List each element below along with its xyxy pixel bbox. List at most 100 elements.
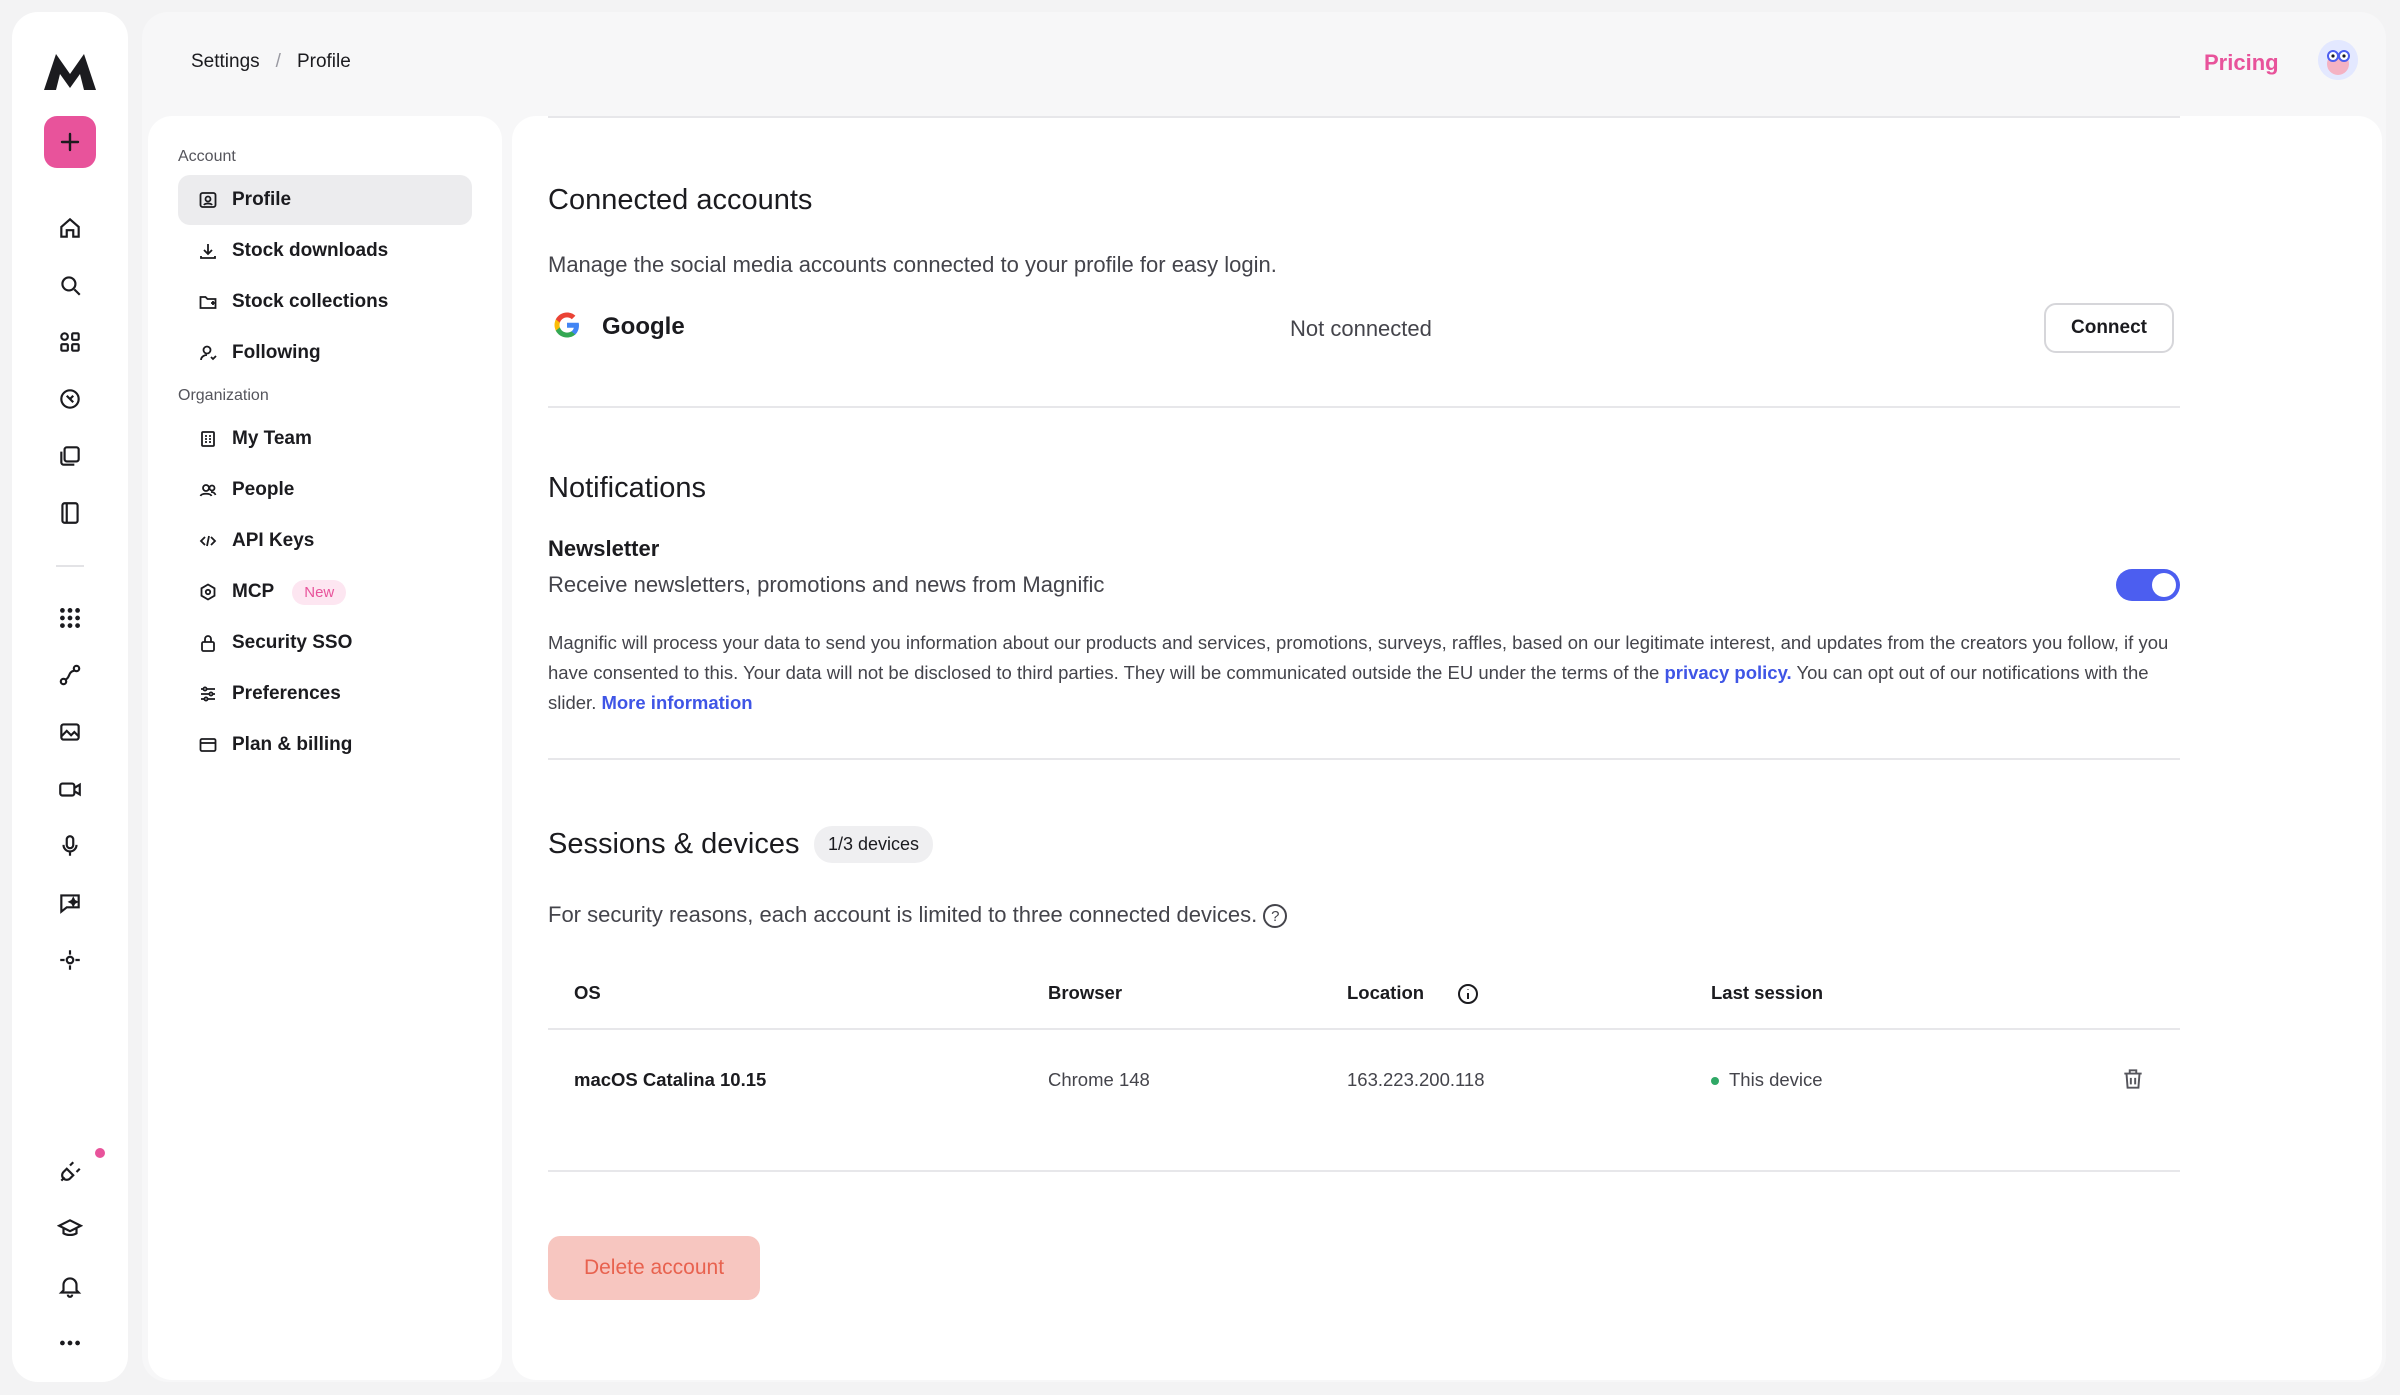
section-title-connected-accounts: Connected accounts bbox=[548, 184, 813, 216]
column-header-os: OS bbox=[574, 982, 601, 1003]
sessions-description-text: For security reasons, each account is li… bbox=[548, 902, 1258, 927]
connected-accounts-description: Manage the social media accounts connect… bbox=[548, 252, 1277, 277]
stock-icon[interactable] bbox=[50, 379, 90, 419]
sidebar-item-security-sso[interactable]: Security SSO bbox=[178, 618, 472, 668]
privacy-policy-link[interactable]: privacy policy. bbox=[1664, 662, 1791, 683]
lock-icon bbox=[201, 635, 215, 652]
sidebar-item-api-keys[interactable]: API Keys bbox=[178, 516, 472, 566]
bell-icon[interactable] bbox=[50, 1266, 90, 1306]
home-icon[interactable] bbox=[50, 208, 90, 248]
sidebar-item-label: My Team bbox=[232, 428, 312, 449]
library-icon[interactable] bbox=[50, 436, 90, 476]
plugin-icon[interactable] bbox=[50, 1152, 90, 1192]
device-count-badge: 1/3 devices bbox=[814, 826, 934, 863]
connect-button[interactable]: Connect bbox=[2044, 303, 2174, 353]
active-status-dot bbox=[1711, 1077, 1719, 1086]
session-browser: Chrome 148 bbox=[1048, 1069, 1150, 1090]
settings-sidebar: Account Profile Stock downloads Stock co… bbox=[148, 116, 502, 1380]
create-button[interactable] bbox=[44, 116, 96, 168]
academy-icon[interactable] bbox=[50, 1209, 90, 1249]
building-icon bbox=[201, 431, 215, 447]
sidebar-group-account: Account bbox=[178, 148, 236, 165]
sidebar-item-my-team[interactable]: My Team bbox=[178, 414, 472, 464]
sidebar-item-stock-collections[interactable]: Stock collections bbox=[178, 277, 472, 327]
pipeline-icon[interactable] bbox=[50, 655, 90, 695]
sidebar-item-following[interactable]: Following bbox=[178, 328, 472, 378]
sidebar-group-organization: Organization bbox=[178, 387, 269, 404]
breadcrumb: Settings / Profile bbox=[191, 51, 351, 73]
sliders-icon bbox=[201, 686, 215, 702]
search-icon[interactable] bbox=[50, 265, 90, 305]
apps-icon[interactable] bbox=[50, 322, 90, 362]
mcp-icon bbox=[200, 583, 216, 601]
new-badge: New bbox=[292, 579, 347, 605]
session-os: macOS Catalina 10.15 bbox=[574, 1069, 767, 1090]
sidebar-item-label: Stock collections bbox=[232, 291, 389, 312]
rail-divider bbox=[56, 565, 84, 567]
sidebar-item-label: Stock downloads bbox=[232, 240, 389, 261]
breadcrumb-profile[interactable]: Profile bbox=[297, 51, 351, 73]
code-icon bbox=[199, 535, 217, 547]
mic-icon[interactable] bbox=[50, 826, 90, 866]
table-header-divider bbox=[548, 1028, 2180, 1030]
section-title-notifications: Notifications bbox=[548, 472, 706, 504]
column-header-location: Location bbox=[1347, 982, 1425, 1003]
grid-icon[interactable] bbox=[50, 598, 90, 638]
column-header-last-session: Last session bbox=[1711, 982, 1824, 1003]
more-icon[interactable] bbox=[50, 1323, 90, 1363]
section-title-sessions: Sessions & devices bbox=[548, 828, 800, 860]
sidebar-item-people[interactable]: People bbox=[178, 465, 472, 515]
sessions-description: For security reasons, each account is li… bbox=[548, 902, 1288, 929]
app-rail bbox=[12, 12, 128, 1382]
divider bbox=[548, 406, 2180, 408]
user-follow-icon bbox=[200, 345, 217, 361]
column-header-browser: Browser bbox=[1048, 982, 1123, 1003]
assistant-icon[interactable] bbox=[50, 883, 90, 923]
sidebar-item-label: Security SSO bbox=[232, 632, 353, 653]
nodes-icon[interactable] bbox=[50, 940, 90, 980]
more-information-link[interactable]: More information bbox=[601, 692, 752, 713]
help-icon[interactable]: ? bbox=[1263, 904, 1288, 929]
sidebar-item-mcp[interactable]: MCP New bbox=[178, 567, 472, 617]
download-icon bbox=[200, 244, 216, 259]
people-icon bbox=[199, 484, 217, 497]
sidebar-item-stock-downloads[interactable]: Stock downloads bbox=[178, 226, 472, 276]
card-icon bbox=[199, 738, 217, 752]
sidebar-item-plan-billing[interactable]: Plan & billing bbox=[178, 720, 472, 770]
session-last-label: This device bbox=[1729, 1069, 1823, 1090]
sidebar-item-label: Profile bbox=[232, 189, 292, 210]
session-location: 163.223.200.118 bbox=[1347, 1069, 1485, 1090]
avatar[interactable] bbox=[2318, 40, 2358, 80]
newsletter-toggle[interactable] bbox=[2116, 569, 2180, 601]
connection-status: Not connected bbox=[1290, 316, 1432, 341]
plus-icon bbox=[60, 132, 80, 152]
sidebar-item-label: Plan & billing bbox=[232, 734, 353, 755]
pricing-link[interactable]: Pricing bbox=[2204, 50, 2279, 76]
info-icon[interactable] bbox=[1456, 982, 1480, 1006]
divider bbox=[548, 758, 2180, 760]
divider bbox=[548, 1170, 2180, 1172]
sidebar-item-preferences[interactable]: Preferences bbox=[178, 669, 472, 719]
breadcrumb-separator: / bbox=[275, 51, 281, 72]
logo-icon[interactable] bbox=[42, 52, 98, 92]
session-last: This device bbox=[1711, 1069, 1823, 1091]
divider bbox=[548, 116, 2180, 118]
sidebar-item-label: MCP bbox=[232, 581, 275, 602]
sidebar-item-label: Preferences bbox=[232, 683, 341, 704]
avatar-image-icon bbox=[2318, 40, 2358, 80]
sidebar-item-label: People bbox=[232, 479, 295, 500]
book-icon[interactable] bbox=[50, 493, 90, 533]
sidebar-item-label: API Keys bbox=[232, 530, 315, 551]
delete-account-button[interactable]: Delete account bbox=[548, 1236, 760, 1300]
profile-icon bbox=[199, 192, 217, 208]
folder-icon bbox=[199, 296, 217, 309]
provider-name: Google bbox=[602, 313, 685, 340]
trash-icon[interactable] bbox=[2120, 1066, 2146, 1092]
breadcrumb-settings[interactable]: Settings bbox=[191, 51, 260, 73]
video-icon[interactable] bbox=[50, 769, 90, 809]
newsletter-title: Newsletter bbox=[548, 536, 660, 561]
sidebar-item-profile[interactable]: Profile bbox=[178, 175, 472, 225]
sidebar-item-label: Following bbox=[232, 342, 321, 363]
image-icon[interactable] bbox=[50, 712, 90, 752]
notification-dot bbox=[95, 1148, 105, 1158]
